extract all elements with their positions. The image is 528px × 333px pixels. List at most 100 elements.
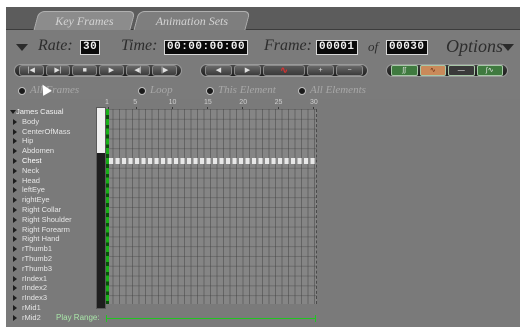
collapse-icon[interactable] [10, 110, 16, 114]
all-elements-radio[interactable] [298, 87, 306, 95]
selected-track-row[interactable] [109, 158, 316, 164]
expand-arrow-icon[interactable] [13, 246, 17, 253]
of-label: of [368, 39, 379, 54]
tree-item[interactable]: Right Collar [10, 205, 98, 215]
loop-radio[interactable] [138, 87, 146, 95]
go-to-end-button[interactable]: ▶| [45, 65, 71, 76]
expand-arrow-icon[interactable] [13, 138, 17, 145]
ruler-tick-label: 5 [133, 99, 138, 106]
element-tree: James Casual Body CenterOfMass Hip Abdomen C… [10, 107, 98, 323]
curve-icon[interactable]: ∿ [263, 65, 305, 76]
tree-item[interactable]: Chest [10, 156, 98, 166]
play-range-slider[interactable] [106, 315, 316, 322]
expand-arrow-icon[interactable] [13, 118, 17, 125]
tree-item-label: CenterOfMass [22, 126, 71, 136]
tree-item[interactable]: rThumb2 [10, 254, 98, 264]
expand-arrow-icon[interactable] [13, 197, 17, 204]
expand-arrow-icon[interactable] [13, 148, 17, 155]
tree-item-label: rMid1 [22, 302, 41, 312]
expand-arrow-icon[interactable] [13, 226, 17, 233]
tab-key-frames-label: Key Frames [55, 14, 114, 28]
scrollbar-thumb[interactable] [97, 108, 105, 153]
expand-arrow-icon[interactable] [13, 157, 17, 164]
expand-arrow-icon[interactable] [13, 206, 17, 213]
expand-arrow-icon[interactable] [13, 314, 17, 321]
tree-item[interactable]: rThumb3 [10, 264, 98, 274]
tab-bar: Key Frames Animation Sets [6, 7, 520, 30]
tab-animation-sets[interactable]: Animation Sets [133, 11, 251, 30]
tree-item[interactable]: CenterOfMass [10, 127, 98, 137]
tab-animation-sets-label: Animation Sets [155, 14, 229, 28]
stop-button[interactable]: ■ [72, 65, 98, 76]
expand-arrow-icon[interactable] [13, 216, 17, 223]
interp-linear-button[interactable]: ∫∫ [391, 65, 418, 76]
tree-item[interactable]: Head [10, 176, 98, 186]
tree-item-label: Body [22, 116, 40, 126]
expand-arrow-icon[interactable] [13, 275, 17, 282]
tree-item[interactable]: leftEye [10, 185, 98, 195]
step-forward-button[interactable]: |▶ [152, 65, 178, 76]
play-button[interactable]: ▶ [99, 65, 124, 76]
tree-item[interactable]: Body [10, 117, 98, 127]
ruler-tick-label: 15 [203, 99, 212, 106]
expand-arrow-icon[interactable] [13, 255, 17, 262]
keyframe-editor-window: Key Frames Animation Sets Rate: 30 Time:… [6, 7, 520, 327]
vertical-scrollbar[interactable] [96, 107, 106, 309]
tree-root[interactable]: James Casual [10, 107, 98, 117]
interp-smooth-button[interactable]: ∿ [419, 65, 446, 76]
interp-constant-button[interactable]: — [448, 65, 475, 76]
interp-tcb-button[interactable]: ∫∿ [476, 65, 503, 76]
time-field[interactable]: 00:00:00:00 [164, 40, 249, 55]
collapse-arrow-icon[interactable] [16, 44, 28, 51]
current-frame-field[interactable]: 00001 [316, 40, 358, 55]
tree-item[interactable]: Right Hand [10, 234, 98, 244]
tree-item[interactable]: Neck [10, 166, 98, 176]
expand-arrow-icon[interactable] [13, 304, 17, 311]
all-frames-radio[interactable] [18, 87, 26, 95]
expand-arrow-icon[interactable] [13, 236, 17, 243]
tree-item[interactable]: Abdomen [10, 146, 98, 156]
tree-root-label: James Casual [16, 107, 64, 116]
expand-arrow-icon[interactable] [13, 167, 17, 174]
go-to-start-button[interactable]: |◀ [19, 65, 44, 76]
tree-item[interactable]: Right Shoulder [10, 215, 98, 225]
tree-item[interactable]: rIndex1 [10, 274, 98, 284]
rate-field[interactable]: 30 [80, 40, 101, 55]
tree-item-label: Right Shoulder [22, 214, 72, 224]
tree-item-label: Chest [22, 155, 42, 165]
tree-item-label: Neck [22, 165, 40, 175]
expand-arrow-icon[interactable] [13, 265, 17, 272]
expand-arrow-icon[interactable] [13, 295, 17, 302]
expand-arrow-icon[interactable] [13, 285, 17, 292]
expand-arrow-icon[interactable] [13, 128, 17, 135]
tree-item-label: rThumb1 [22, 244, 53, 254]
frame-ruler[interactable]: 1 5 10 15 20 25 30 [105, 99, 318, 110]
total-frames-field[interactable]: 00030 [386, 40, 428, 55]
tree-item-label: rIndex3 [22, 293, 48, 303]
tree-item[interactable]: Right Forearm [10, 225, 98, 235]
tree-item-label: Hip [22, 136, 34, 146]
expand-arrow-icon[interactable] [13, 177, 17, 184]
ruler-tick-label: 1 [105, 99, 109, 106]
tree-item[interactable]: rightEye [10, 195, 98, 205]
keyframe-grid[interactable] [106, 109, 317, 304]
tree-item[interactable]: rIndex3 [10, 293, 98, 303]
next-key-button[interactable]: ▶ [234, 65, 261, 76]
this-element-label: This Element [218, 84, 276, 96]
tree-item[interactable]: rThumb1 [10, 244, 98, 254]
step-back-button[interactable]: ◀| [125, 65, 151, 76]
options-dropdown-icon[interactable] [502, 44, 514, 51]
add-key-button[interactable]: + [307, 65, 334, 76]
this-element-radio[interactable] [206, 87, 214, 95]
play-range-label: Play Range: [56, 313, 100, 322]
previous-key-button[interactable]: ◀ [205, 65, 232, 76]
expand-arrow-icon[interactable] [13, 187, 17, 194]
rate-label: Rate: [38, 37, 73, 54]
options-label[interactable]: Options [446, 36, 503, 57]
tree-item[interactable]: Hip [10, 136, 98, 146]
tree-item-label: rThumb2 [22, 253, 53, 263]
tree-item[interactable]: rMid1 [10, 303, 98, 313]
tab-key-frames[interactable]: Key Frames [33, 11, 136, 30]
remove-key-button[interactable]: − [336, 65, 363, 76]
tree-item[interactable]: rIndex2 [10, 283, 98, 293]
